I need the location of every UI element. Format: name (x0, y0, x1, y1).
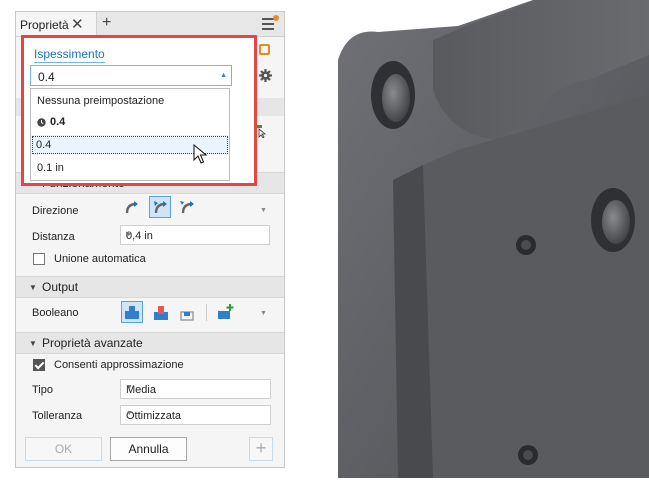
direction-symmetric-icon (154, 201, 167, 214)
section-advanced[interactable]: ▼ Proprietà avanzate (16, 332, 284, 354)
tab-properties[interactable]: Proprietà ✕ (16, 12, 97, 36)
thickness-combo[interactable]: 0.4 ▲ (30, 65, 232, 86)
type-select[interactable]: Media ▼ (120, 379, 271, 399)
boolean-more-caret-icon[interactable]: ▼ (260, 310, 267, 317)
plus-icon: + (255, 438, 267, 458)
notification-dot (273, 15, 279, 21)
boolean-new-solid-button[interactable] (215, 302, 237, 324)
boolean-label: Booleano (32, 307, 79, 319)
allow-approx-checkbox[interactable] (33, 359, 45, 371)
clock-icon (37, 118, 46, 127)
direction-label: Direzione (32, 205, 79, 217)
model-viewport[interactable] (338, 0, 649, 478)
section-output[interactable]: ▼ Output (16, 276, 284, 298)
cut-icon (154, 306, 168, 320)
chevron-down-icon: ▼ (126, 384, 133, 391)
add-tab-icon[interactable]: + (102, 14, 111, 32)
option-no-preset[interactable]: Nessuna preimpostazione (31, 91, 229, 111)
distance-label: Distanza (32, 231, 75, 243)
boolean-join-button[interactable] (121, 301, 143, 323)
chevron-up-icon[interactable]: ▲ (220, 72, 227, 79)
option-recent[interactable]: 0.4 (31, 112, 229, 132)
panel-tab-bar: Proprietà ✕ + (16, 12, 284, 37)
option-label: 0.4 (50, 116, 66, 128)
chevron-down-icon: ▼ (126, 410, 133, 417)
section-output-title: Output (42, 280, 79, 294)
direction-symmetric-button[interactable] (149, 196, 171, 218)
thickness-dropdown-highlight: Ispessimento 0.4 ▲ Nessuna preimpostazio… (21, 35, 257, 186)
allow-approx-label: Consenti approssimazione (54, 359, 184, 371)
intersect-icon (180, 311, 194, 321)
distance-flyout-icon[interactable]: ▶ (126, 230, 265, 238)
panel-menu-icon[interactable] (262, 18, 274, 33)
join-icon (125, 306, 139, 319)
tolerance-select[interactable]: Ottimizzata ▼ (120, 405, 271, 425)
ok-button[interactable]: OK (25, 437, 102, 461)
direction-asymmetric-button[interactable] (177, 197, 199, 219)
tolerance-label: Tolleranza (32, 410, 83, 422)
boolean-cut-button[interactable] (150, 302, 172, 324)
gear-icon[interactable] (259, 69, 272, 82)
toolbar-divider (206, 304, 207, 321)
direction-flip-button[interactable] (121, 197, 143, 219)
collapse-triangle-icon: ▼ (29, 339, 37, 348)
new-solid-icon (218, 304, 234, 319)
apply-add-button[interactable]: + (249, 437, 273, 461)
direction-more-caret-icon[interactable]: ▼ (260, 207, 267, 214)
mouse-pointer-icon (193, 144, 207, 164)
auto-blend-checkbox[interactable] (33, 253, 45, 265)
auto-blend-label: Unione automatica (54, 253, 146, 265)
thickness-options-list: Nessuna preimpostazione 0.4 0.4 0.1 in (30, 88, 230, 181)
cad-model-image (338, 0, 649, 478)
option-label: 0.1 in (37, 162, 64, 174)
cancel-button[interactable]: Annulla (110, 437, 187, 461)
option-label: 0.4 (36, 139, 52, 151)
tab-properties-label: Proprietà (20, 18, 69, 32)
close-icon[interactable]: ✕ (71, 15, 84, 33)
type-label: Tipo (32, 384, 53, 396)
orange-cube-icon[interactable] (259, 44, 270, 55)
distance-input[interactable]: 0,4 in ▶ (120, 225, 270, 245)
boolean-intersect-button[interactable] (176, 302, 198, 324)
collapse-triangle-icon: ▼ (29, 283, 37, 292)
section-advanced-title: Proprietà avanzate (42, 336, 143, 350)
option-label: Nessuna preimpostazione (37, 95, 165, 107)
direction-asymmetric-icon (180, 201, 194, 214)
direction-flip-icon (125, 201, 138, 214)
thickness-value: 0.4 (38, 70, 55, 84)
thickness-title[interactable]: Ispessimento (34, 47, 105, 63)
